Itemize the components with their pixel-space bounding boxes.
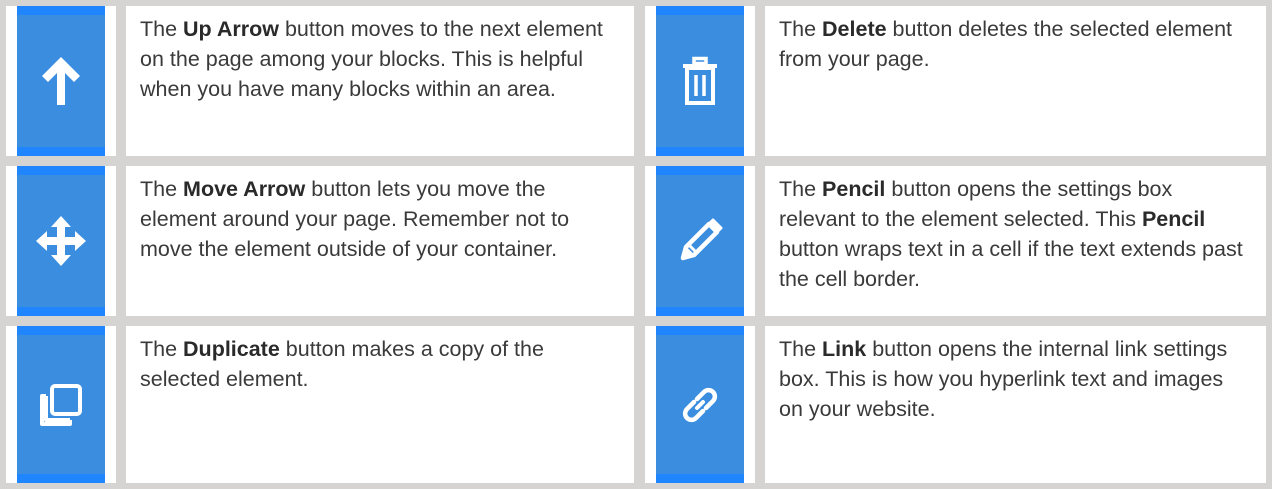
move-arrows-icon [17,166,105,316]
link-description: The Link button opens the internal link … [765,326,1266,483]
duplicate-name: Duplicate [183,337,280,361]
move-arrow-description: The Move Arrow button lets you move the … [126,166,634,316]
trash-icon [656,6,744,156]
move-arrow-name: Move Arrow [183,177,306,201]
delete-description: The Delete button deletes the selected e… [765,6,1266,156]
pencil-description: The Pencil button opens the settings box… [765,166,1266,316]
up-arrow-icon [17,6,105,156]
duplicate-description: The Duplicate button makes a copy of the… [126,326,634,483]
link-name: Link [822,337,867,361]
duplicate-icon-cell [6,326,116,483]
pencil-name: Pencil [822,177,886,201]
pencil-name-second: Pencil [1141,207,1206,231]
up-arrow-icon-cell [6,6,116,156]
link-icon-cell [645,326,755,483]
pencil-icon-cell [645,166,755,316]
delete-name: Delete [822,17,887,41]
up-arrow-name: Up Arrow [183,17,279,41]
up-arrow-description: The Up Arrow button moves to the next el… [126,6,634,156]
button-reference-grid: The Up Arrow button moves to the next el… [0,0,1272,489]
move-arrows-icon-cell [6,166,116,316]
duplicate-icon [17,326,105,483]
pencil-icon [656,166,744,316]
link-icon [656,326,744,483]
trash-icon-cell [645,6,755,156]
